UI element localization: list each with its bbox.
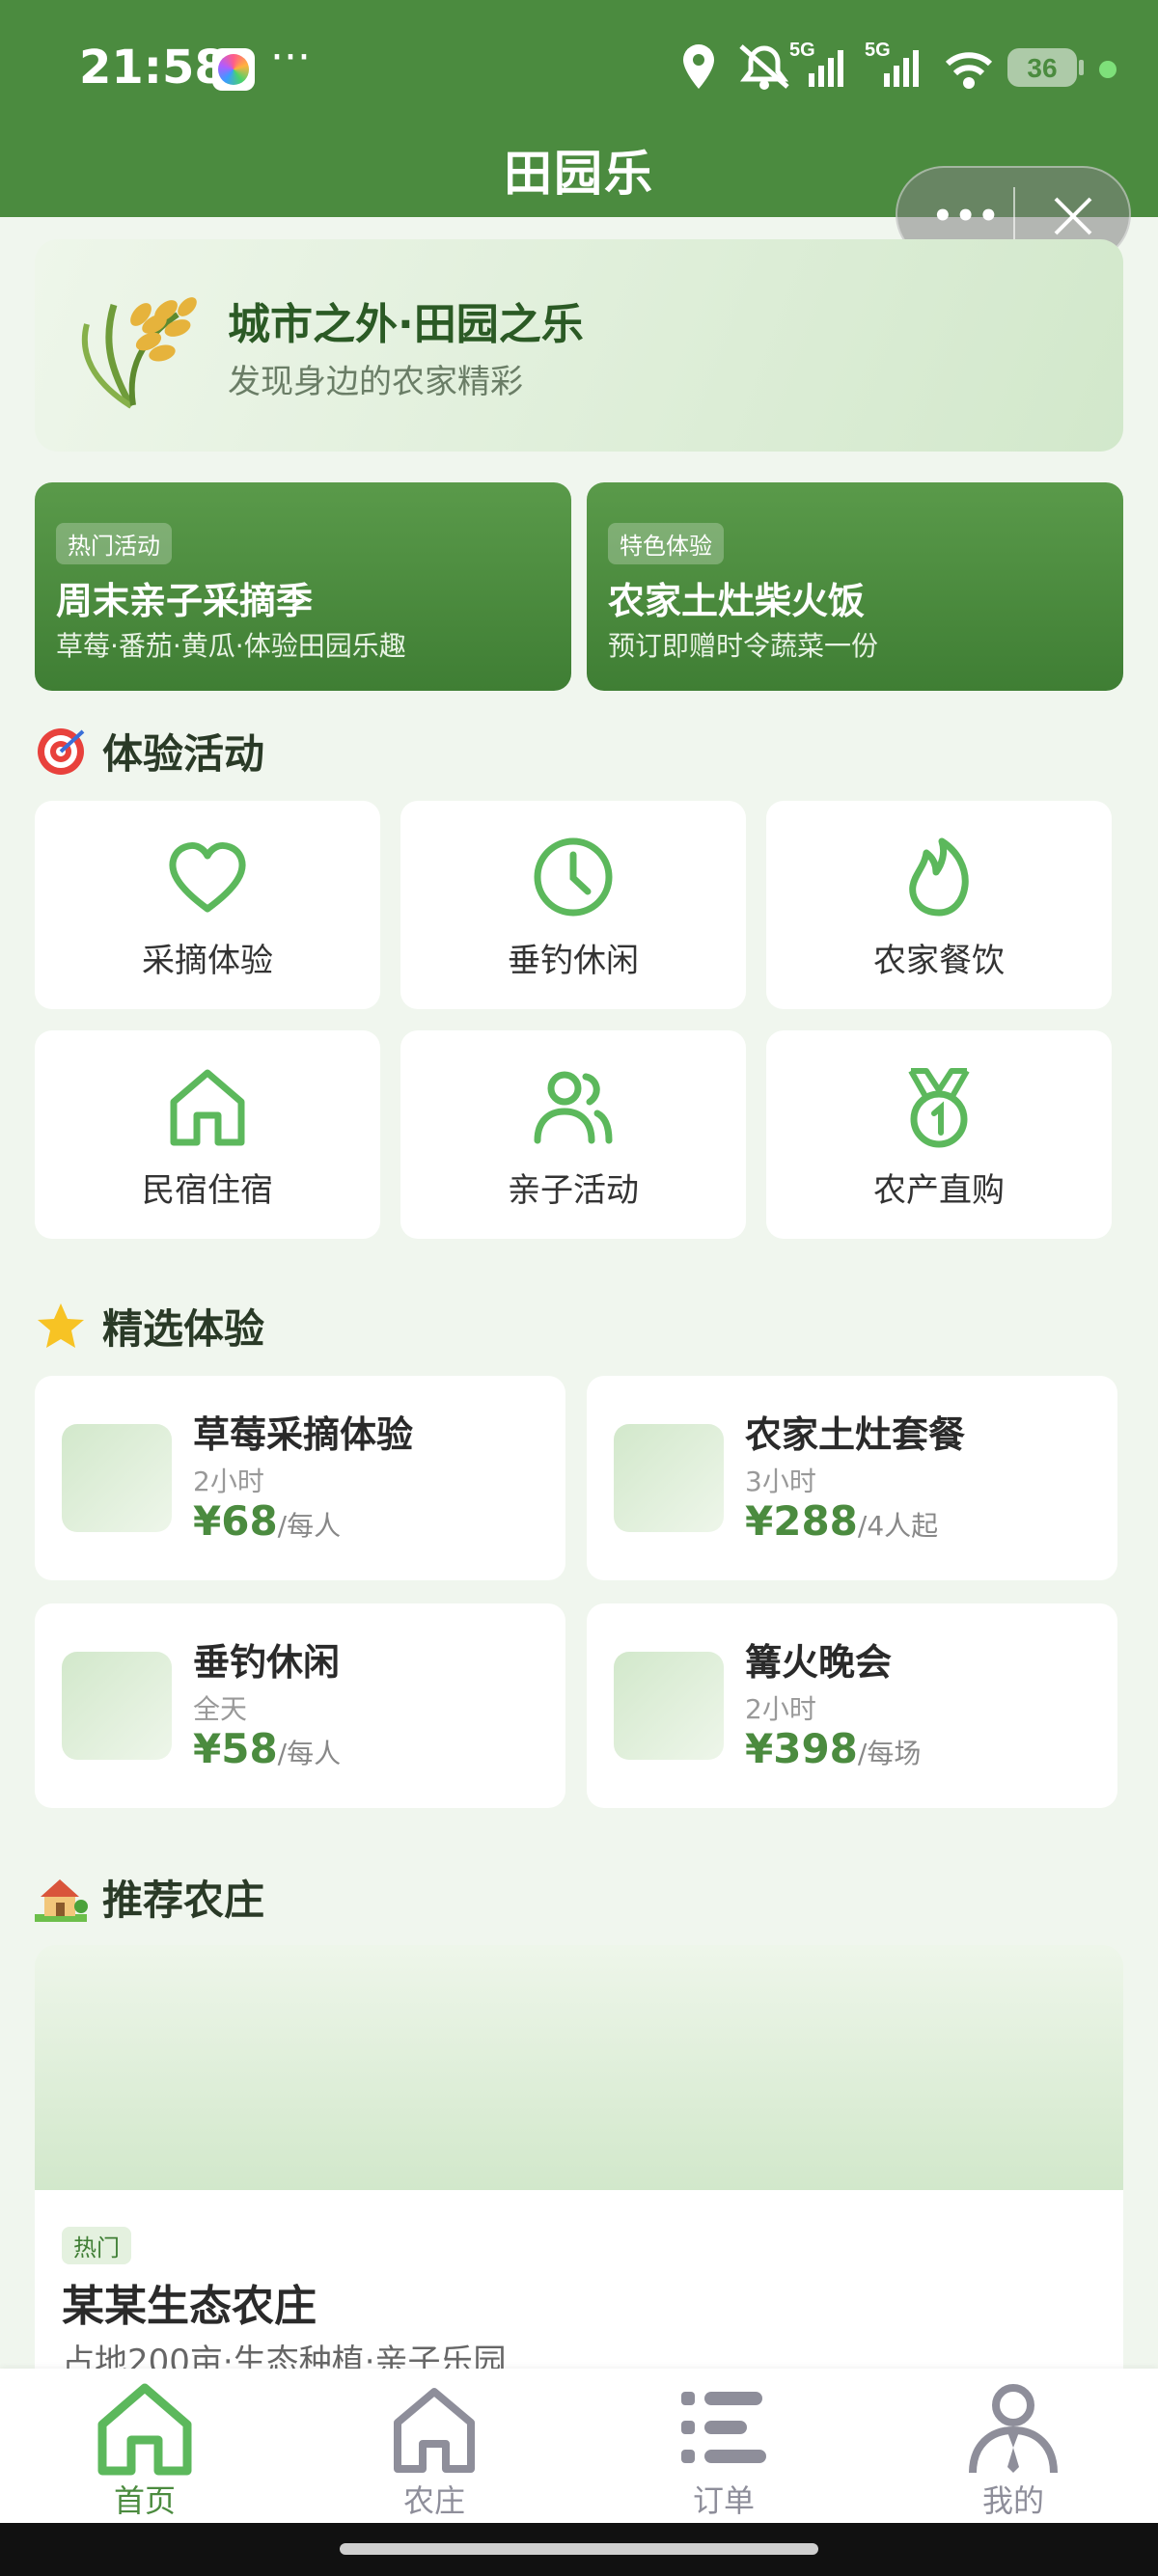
svg-text:5G: 5G (789, 40, 815, 61)
activity-picking[interactable]: 采摘体验 (35, 801, 380, 1009)
banner-subtitle: 发现身边的农家精彩 (228, 363, 523, 401)
farm-card[interactable]: 热门 某某生态农庄 占地200亩·生态种植·亲子乐园 (35, 2190, 1123, 2383)
tab-home[interactable]: 首页 (0, 2369, 290, 2523)
promo-subtitle: 预订即赠时令蔬菜一份 (608, 630, 879, 662)
section-title-activities: 体验活动 (102, 730, 265, 778)
activity-label: 垂钓休闲 (508, 942, 639, 980)
activity-family[interactable]: 亲子活动 (400, 1030, 746, 1239)
activity-label: 农产直购 (873, 1171, 1005, 1210)
medal-icon (908, 1068, 970, 1148)
flame-icon (909, 837, 969, 917)
home-icon (97, 2383, 192, 2476)
featured-thumbnail (62, 1424, 172, 1532)
tab-profile[interactable]: 我的 (868, 2369, 1158, 2523)
tab-label: 首页 (113, 2482, 176, 2519)
farmhouse-icon (35, 1879, 88, 1922)
activity-fishing[interactable]: 垂钓休闲 (400, 801, 746, 1009)
activity-lodging[interactable]: 民宿住宿 (35, 1030, 380, 1239)
section-title-featured: 精选体验 (102, 1305, 265, 1353)
tab-orders[interactable]: 订单 (579, 2369, 868, 2523)
close-icon[interactable] (1052, 195, 1094, 237)
svg-text:5G: 5G (865, 40, 891, 61)
bottom-tab-bar: 首页 农庄 订单 我的 (0, 2369, 1158, 2523)
target-icon (38, 728, 85, 775)
section-title-farms: 推荐农庄 (102, 1877, 265, 1924)
svg-text:36: 36 (1027, 53, 1057, 83)
status-time: 21:58 (79, 41, 227, 95)
featured-duration: 3小时 (745, 1466, 816, 1497)
featured-duration: 2小时 (745, 1693, 816, 1725)
farm-name: 某某生态农庄 (62, 2282, 317, 2331)
promo-title: 周末亲子采摘季 (56, 580, 314, 622)
more-notifications-icon: ··· (270, 33, 311, 82)
featured-name: 农家土灶套餐 (745, 1413, 966, 1456)
hero-banner[interactable]: 城市之外·田园之乐 发现身边的农家精彩 (35, 239, 1123, 452)
star-icon (38, 1303, 84, 1348)
featured-price: ¥398/每场 (745, 1725, 922, 1772)
banner-title: 城市之外·田园之乐 (228, 300, 584, 349)
tab-label: 农庄 (402, 2482, 465, 2519)
activity-label: 农家餐饮 (873, 942, 1005, 980)
user-icon (969, 2384, 1058, 2474)
activity-label: 采摘体验 (142, 942, 273, 980)
tab-label: 订单 (692, 2482, 755, 2519)
heart-icon (169, 842, 246, 913)
clock-icon (534, 837, 613, 917)
status-icons: 5G 5G 36 (683, 40, 1117, 90)
featured-duration: 2小时 (193, 1466, 264, 1497)
featured-duration: 全天 (193, 1693, 248, 1725)
featured-price: ¥68/每人 (193, 1497, 342, 1545)
activity-label: 亲子活动 (508, 1171, 639, 1210)
featured-card[interactable]: 草莓采摘体验 2小时 ¥68/每人 (35, 1376, 565, 1580)
farm-icon (394, 2388, 475, 2473)
capsule-more-button[interactable]: ••• (932, 197, 1001, 235)
featured-thumbnail (614, 1652, 724, 1760)
promo-tag: 热门活动 (56, 523, 172, 564)
featured-card[interactable]: 篝火晚会 2小时 ¥398/每场 (587, 1603, 1117, 1808)
tab-label: 我的 (981, 2482, 1044, 2519)
home-indicator[interactable] (340, 2543, 818, 2555)
app-notification-icon (212, 48, 255, 91)
featured-name: 垂钓休闲 (193, 1641, 341, 1684)
house-icon (170, 1069, 245, 1146)
farm-image[interactable] (35, 1945, 1123, 2190)
promo-title: 农家土灶柴火饭 (608, 580, 866, 622)
activity-produce[interactable]: 农产直购 (766, 1030, 1112, 1239)
activity-label: 民宿住宿 (142, 1171, 273, 1210)
farm-tag: 热门 (62, 2227, 131, 2264)
featured-thumbnail (62, 1652, 172, 1760)
featured-thumbnail (614, 1424, 724, 1532)
promo-card-meal[interactable]: 特色体验 农家土灶柴火饭 预订即赠时令蔬菜一份 (587, 482, 1123, 691)
featured-card[interactable]: 农家土灶套餐 3小时 ¥288/4人起 (587, 1376, 1117, 1580)
activity-dining[interactable]: 农家餐饮 (766, 801, 1112, 1009)
featured-name: 草莓采摘体验 (193, 1413, 414, 1456)
list-icon (681, 2392, 766, 2463)
promo-subtitle: 草莓·番茄·黄瓜·体验田园乐趣 (56, 630, 406, 662)
wheat-icon (81, 297, 197, 409)
promo-tag: 特色体验 (608, 523, 724, 564)
featured-card[interactable]: 垂钓休闲 全天 ¥58/每人 (35, 1603, 565, 1808)
featured-name: 篝火晚会 (745, 1641, 893, 1684)
promo-card-picking[interactable]: 热门活动 周末亲子采摘季 草莓·番茄·黄瓜·体验田园乐趣 (35, 482, 571, 691)
featured-price: ¥288/4人起 (745, 1497, 939, 1545)
featured-price: ¥58/每人 (193, 1725, 342, 1772)
people-icon (534, 1071, 613, 1144)
tab-farm[interactable]: 农庄 (290, 2369, 579, 2523)
